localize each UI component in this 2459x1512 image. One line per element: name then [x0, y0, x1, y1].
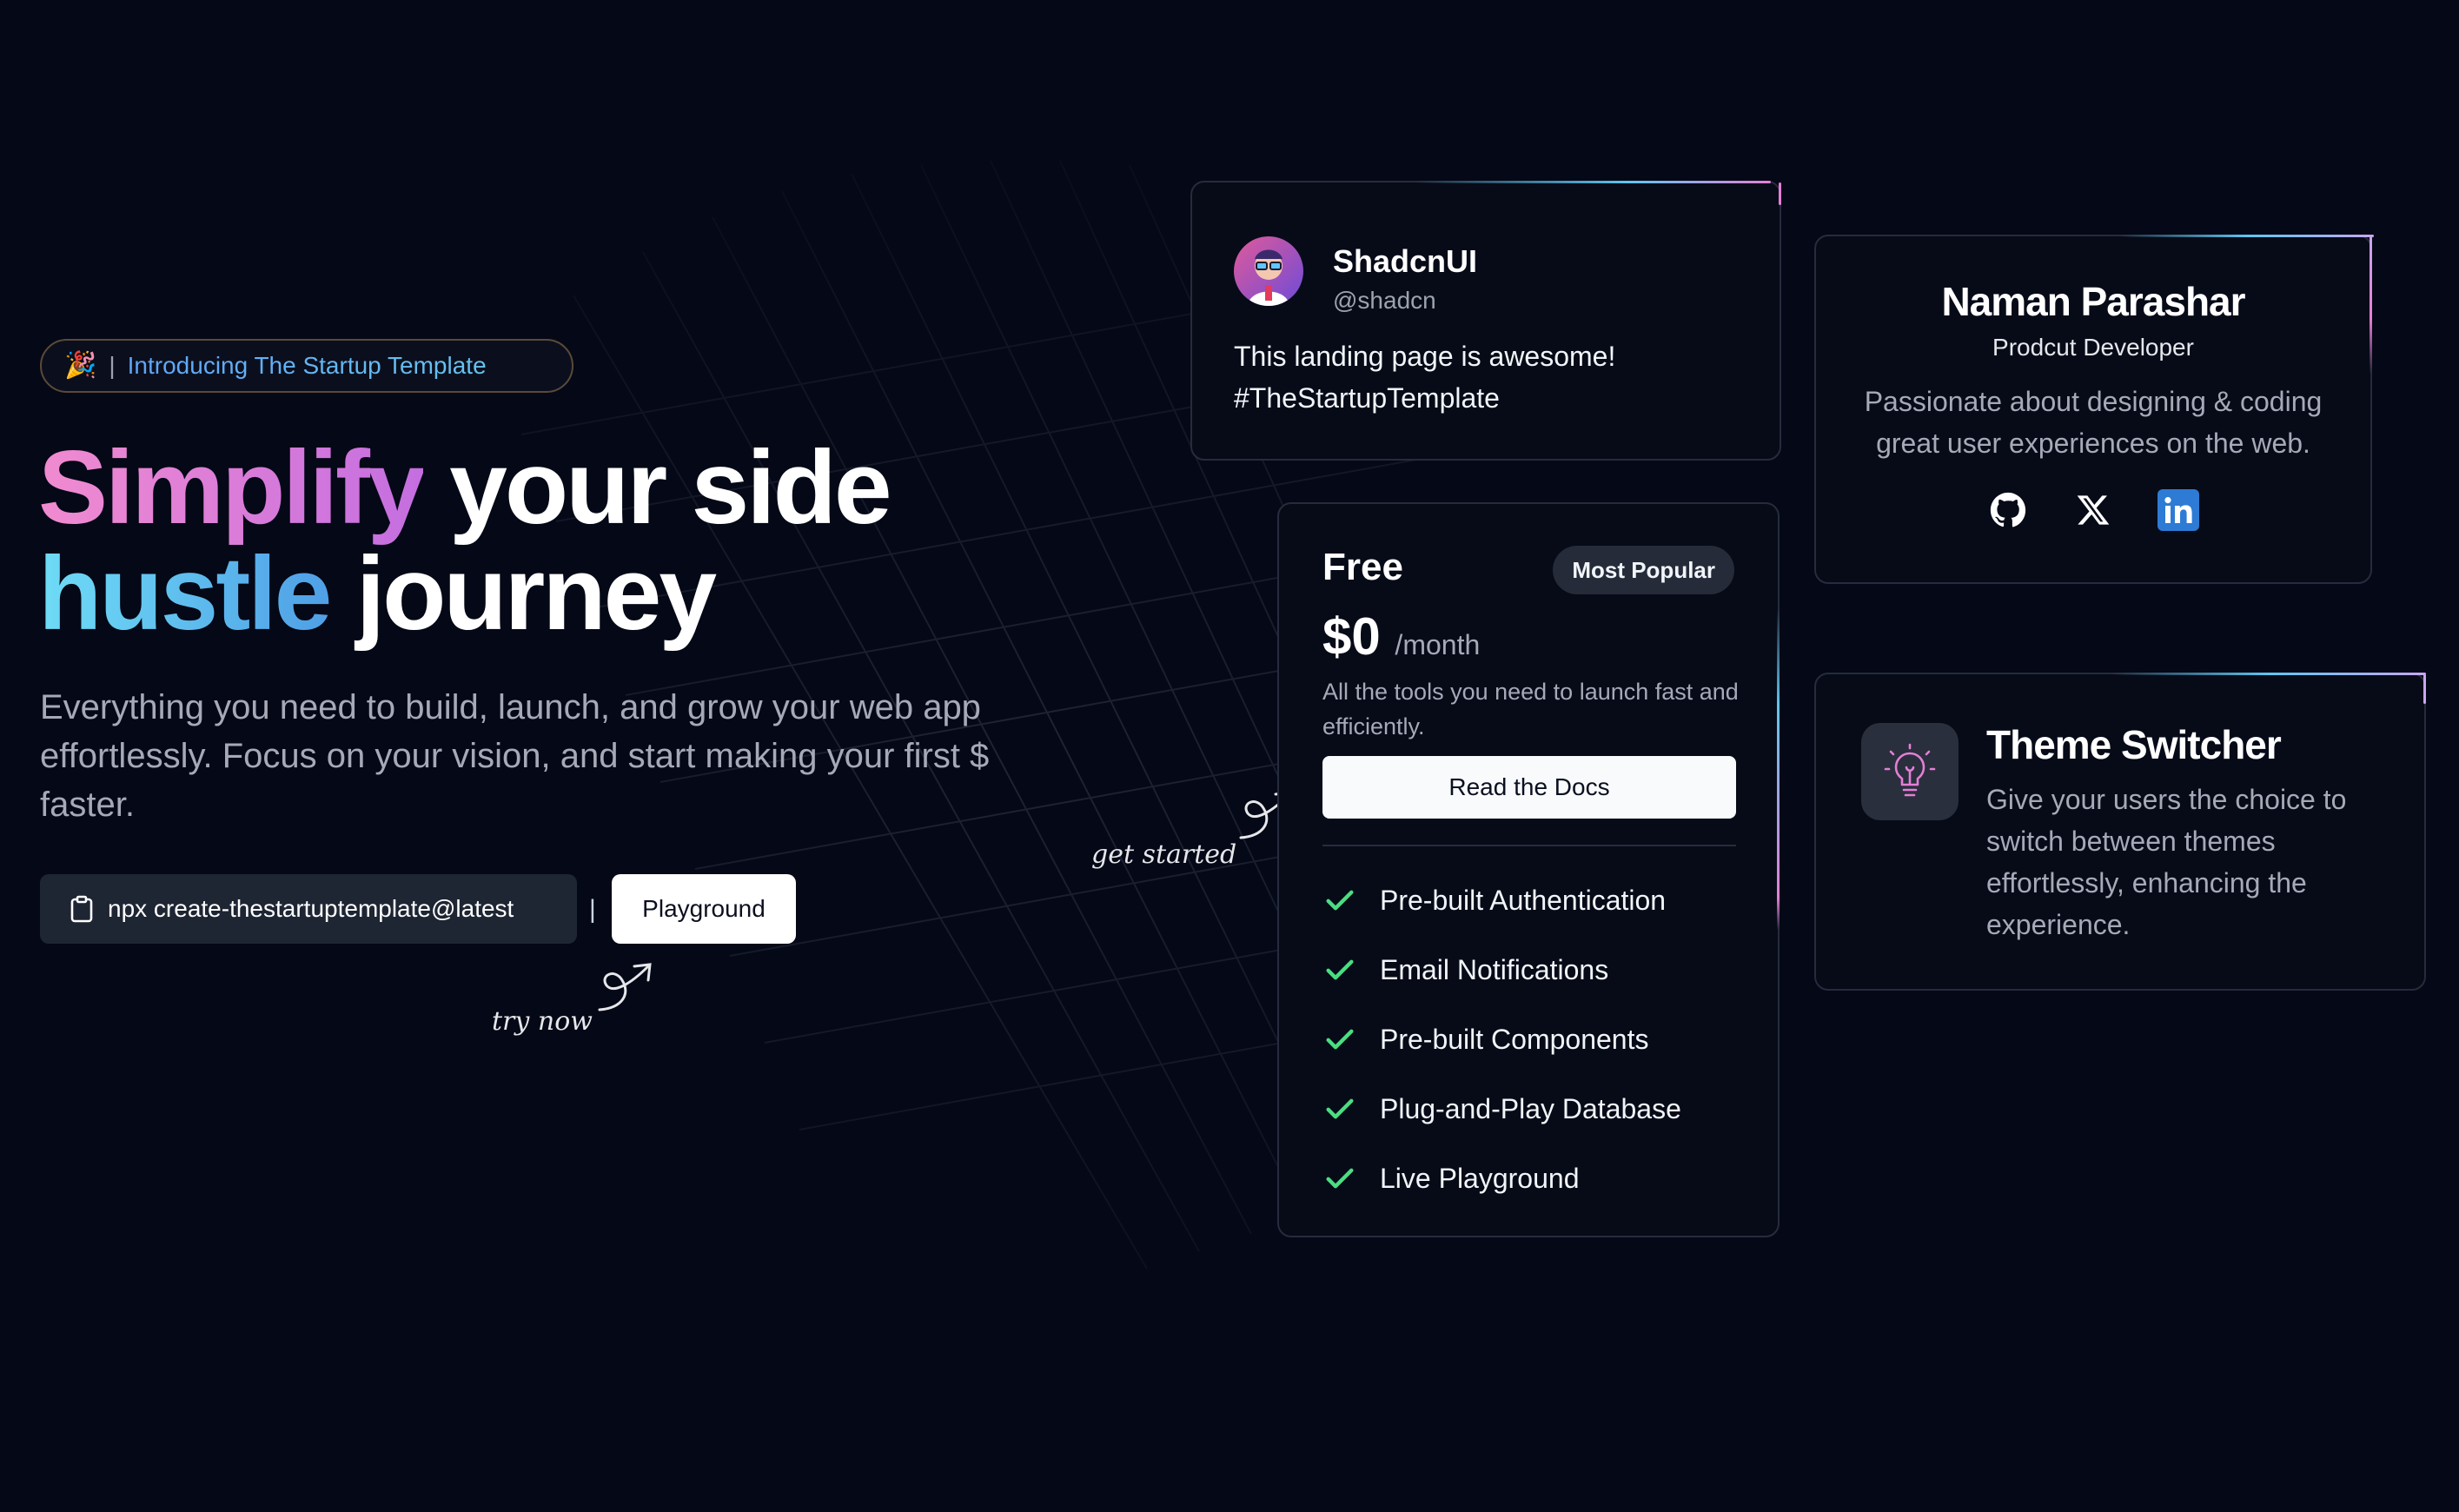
card-glow-top	[2120, 235, 2374, 237]
hero-title-rest-2: journey	[329, 535, 717, 652]
get-started-annotation: get started	[1091, 839, 1237, 870]
plan-name: Free	[1322, 546, 1403, 588]
pill-separator: |	[109, 352, 116, 379]
feature-label: Pre-built Authentication	[1380, 884, 1667, 916]
social-links	[1816, 487, 2370, 534]
theme-card-description: Give your users the choice to switch bet…	[1986, 784, 2347, 940]
party-popper-icon: 🎉	[64, 351, 97, 380]
tweet-author-handle: @shadcn	[1333, 287, 1436, 314]
try-now-annotation: try now	[492, 1006, 593, 1037]
profile-name: Naman Parashar	[1941, 279, 2245, 324]
curly-arrow-icon	[598, 963, 652, 1011]
github-icon[interactable]	[1985, 487, 2031, 534]
x-icon[interactable]	[2070, 487, 2117, 534]
copy-command-button[interactable]: npx create-thestartuptemplate@latest	[40, 874, 577, 944]
list-item: Pre-built Components	[1322, 1005, 1681, 1074]
list-item: Plug-and-Play Database	[1322, 1074, 1681, 1144]
announcement-pill[interactable]: 🎉 | Introducing The Startup Template	[40, 339, 573, 393]
card-glow-top	[1415, 181, 1771, 183]
command-text: npx create-thestartuptemplate@latest	[108, 895, 514, 922]
feature-label: Live Playground	[1380, 1162, 1580, 1194]
profile-card: Naman Parashar Prodcut Developer Passion…	[1814, 235, 2374, 584]
check-icon	[1326, 890, 1354, 911]
avatar	[1234, 236, 1303, 306]
tweet-author-name: ShadcnUI	[1333, 243, 1478, 279]
playground-button[interactable]: Playground	[612, 874, 796, 944]
feature-label: Plug-and-Play Database	[1380, 1092, 1681, 1124]
price-period: /month	[1395, 629, 1481, 660]
popular-badge: Most Popular	[1553, 546, 1734, 594]
card-glow-side	[2423, 674, 2426, 704]
check-icon	[1326, 1029, 1354, 1050]
hero-title-accent-1: Simplify	[38, 429, 426, 546]
testimonial-card: ShadcnUI @shadcn This landing page is aw…	[1190, 181, 1781, 461]
price-amount: $0	[1322, 607, 1381, 666]
linkedin-icon[interactable]	[2155, 487, 2202, 534]
plan-description: All the tools you need to launch fast an…	[1322, 679, 1739, 739]
feature-label: Pre-built Components	[1380, 1023, 1649, 1055]
cta-separator: |	[589, 895, 596, 924]
hero-title: Simplify your side hustle journey	[38, 434, 994, 647]
list-item: Email Notifications	[1322, 935, 1681, 1005]
theme-switcher-card: Theme Switcher Give your users the choic…	[1814, 673, 2426, 991]
feature-list: Pre-built Authentication Email Notificat…	[1322, 865, 1681, 1213]
profile-role: Prodcut Developer	[1992, 334, 2194, 361]
list-item: Pre-built Authentication	[1322, 865, 1681, 935]
card-glow-top	[2111, 673, 2426, 675]
hero-subtitle: Everything you need to build, launch, an…	[40, 688, 990, 824]
check-icon	[1326, 1098, 1354, 1119]
hero-title-rest-1: your side	[422, 429, 892, 546]
divider	[1322, 845, 1736, 846]
tweet-text: This landing page is awesome! #TheStartu…	[1234, 341, 1616, 414]
lightbulb-icon	[1861, 723, 1959, 820]
check-icon	[1326, 959, 1354, 980]
profile-bio: Passionate about designing & coding grea…	[1864, 386, 2323, 459]
card-glow-side	[1779, 182, 1781, 205]
hero-title-accent-2: hustle	[38, 535, 332, 652]
pricing-card: Free Most Popular $0 /month All the tool…	[1277, 502, 1780, 1237]
check-icon	[1326, 1168, 1354, 1189]
announcement-text: Introducing The Startup Template	[127, 352, 487, 379]
clipboard-icon	[70, 895, 93, 923]
read-docs-button[interactable]: Read the Docs	[1322, 756, 1736, 819]
card-glow-side	[1777, 608, 1780, 930]
list-item: Live Playground	[1322, 1144, 1681, 1213]
feature-label: Email Notifications	[1380, 953, 1609, 985]
theme-card-title: Theme Switcher	[1986, 722, 2282, 767]
plan-price: $0 /month	[1322, 607, 1480, 666]
